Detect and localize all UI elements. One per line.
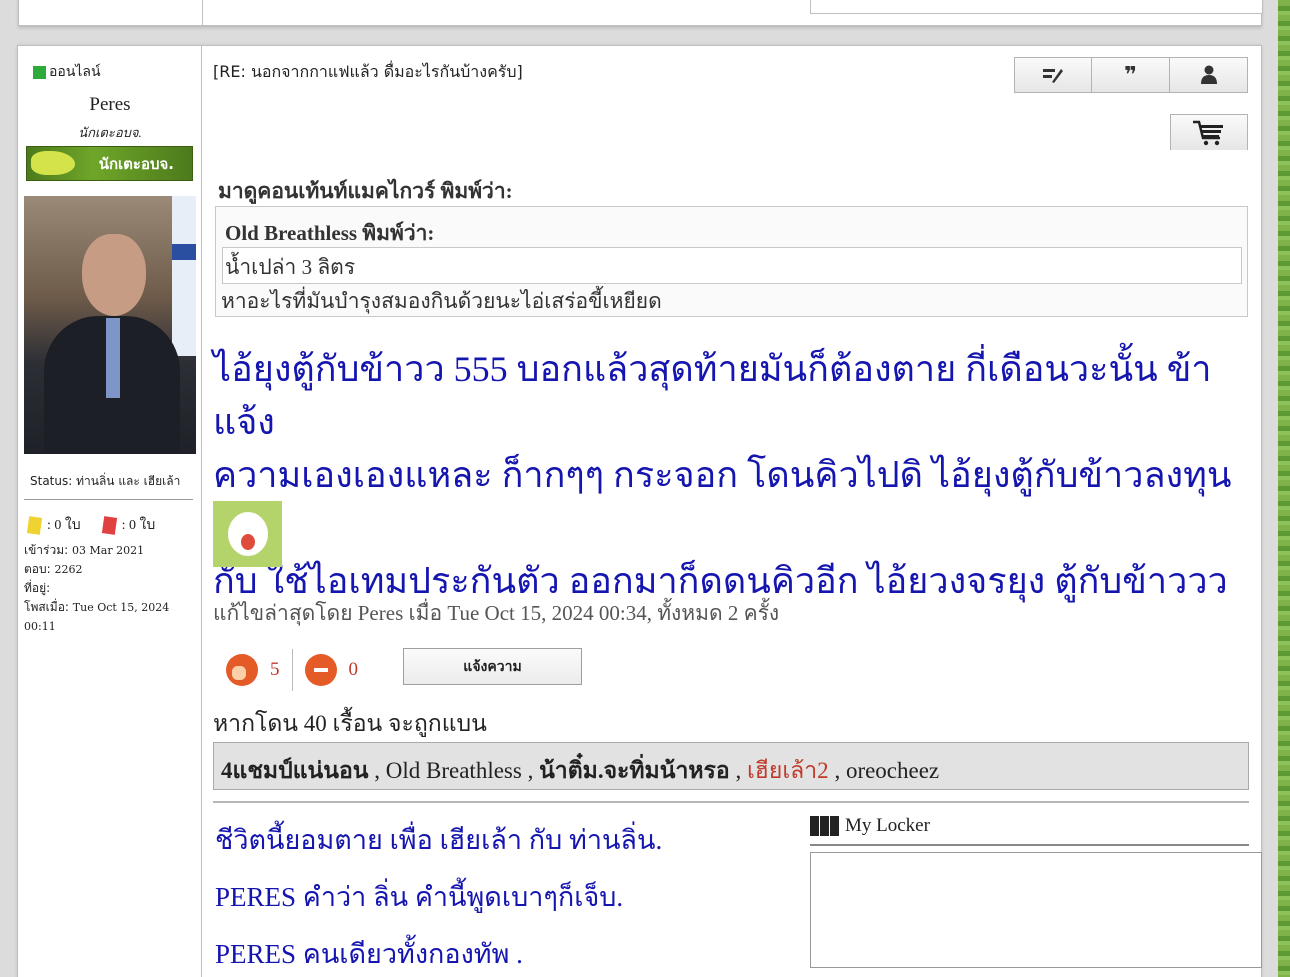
yellow-card-count: : 0 ใบ xyxy=(47,518,81,533)
author-profile: ออนไลน์ Peres นักเตะอบจ. นักเตะอบจ. Stat… xyxy=(18,46,202,977)
column-divider xyxy=(202,0,203,25)
quote-text: หาอะไรที่มันบำรุงสมองกินด้วยนะไอ่เสร่อขี… xyxy=(221,289,662,313)
likers-list: 4แชมป์แน่นอน , Old Breathless , น้าติ๋ม.… xyxy=(213,742,1249,790)
liker-name[interactable]: Old Breathless xyxy=(386,758,522,783)
online-status: ออนไลน์ xyxy=(33,61,101,83)
laughing-emoji-image xyxy=(213,501,282,567)
quote-icon: ❞ xyxy=(1124,62,1137,88)
edit-icon xyxy=(1043,69,1063,83)
page-background-strip xyxy=(1278,0,1290,977)
red-card-count: : 0 ใบ xyxy=(121,518,156,533)
joined-value: 03 Mar 2021 xyxy=(72,544,145,557)
nested-quote-block: น้ำเปล่า 3 ลิตร xyxy=(222,247,1242,284)
post-body: ไอ้ยุงตู้กับข้าวว 555 บอกแล้วสุดท้ายมันก… xyxy=(213,343,1253,608)
quote-author: มาดูคอนเท้นท์แมคไกวร์ พิมพ์ว่า: xyxy=(218,179,513,203)
liker-name[interactable]: oreocheez xyxy=(846,758,939,783)
report-button[interactable]: แจ้งความ xyxy=(403,648,582,685)
locker-icon xyxy=(810,816,839,836)
ban-warning: หากโดน 40 เรื้อน จะถูกแบน xyxy=(213,711,487,736)
yellow-card-icon xyxy=(26,515,43,535)
previous-locker-box xyxy=(810,0,1263,14)
card-counts: : 0 ใบ : 0 ใบ xyxy=(26,514,156,536)
rank-badge-text: นักเตะอบจ. xyxy=(98,154,174,173)
post-body-line: ความเองเองแหละ ก็ากๆๆ กระจอก โดนคิวไปดิ … xyxy=(213,455,1232,548)
joined-label: เข้าร่วม: xyxy=(24,543,69,557)
liker-name[interactable]: น้าติ๋ม.จะทิ่มน้าหรอ xyxy=(539,758,730,783)
edited-note: แก้ไขล่าสุดโดย Peres เมื่อ Tue Oct 15, 2… xyxy=(213,601,780,625)
cart-button[interactable] xyxy=(1170,114,1248,150)
replies-label: ตอบ: xyxy=(24,562,51,576)
user-icon xyxy=(1200,65,1217,84)
post-content: [RE: นอกจากกาแฟแล้ว ดื่มอะไรกันบ้างครับ]… xyxy=(213,46,1262,977)
red-card-icon xyxy=(101,515,117,535)
forum-post: ออนไลน์ Peres นักเตะอบจ. นักเตะอบจ. Stat… xyxy=(17,45,1262,977)
author-status: Status: ท่านลิ่น และ เฮียเล้า xyxy=(30,474,181,488)
signature-line: PERES คนเดียวทั้งกองทัพ . xyxy=(215,939,523,969)
author-title: นักเตะอบจ. xyxy=(78,125,142,140)
rank-logo-icon xyxy=(31,151,75,175)
reaction-divider xyxy=(291,649,293,691)
previous-post-bottom xyxy=(18,0,1263,26)
location-label: ที่อยู่: xyxy=(24,581,51,595)
online-label: ออนไลน์ xyxy=(49,64,101,80)
replies-value: 2262 xyxy=(54,563,83,576)
signature-line: PERES คำว่า ลิ่น คำนี้พูดเบาๆก็เจ็บ. xyxy=(215,882,624,912)
locker-title: My Locker xyxy=(845,815,930,836)
dislike-reaction-icon[interactable] xyxy=(304,654,337,686)
rank-badge: นักเตะอบจ. xyxy=(26,146,193,181)
nested-quote-author: Old Breathless พิมพ์ว่า: xyxy=(225,221,435,245)
author-stats: เข้าร่วม: 03 Mar 2021 ตอบ: 2262 ที่อยู่:… xyxy=(24,541,201,636)
edit-button[interactable] xyxy=(1014,57,1092,93)
posted-label: โพสเมื่อ: xyxy=(24,600,69,614)
signature-line: ชีวิตนี้ยอมตาย เพื่อ เฮียเล้า กับ ท่านลิ… xyxy=(215,825,663,855)
signature-divider xyxy=(213,801,1249,803)
author-username[interactable]: Peres xyxy=(18,94,202,116)
avatar[interactable] xyxy=(24,196,196,454)
post-subject[interactable]: [RE: นอกจากกาแฟแล้ว ดื่มอะไรกันบ้างครับ] xyxy=(213,60,523,85)
online-dot-icon xyxy=(33,65,46,79)
cart-icon xyxy=(1193,120,1223,145)
locker-header: My Locker xyxy=(810,815,930,837)
liker-name[interactable]: 4แชมป์แน่นอน xyxy=(221,758,369,783)
profile-button[interactable] xyxy=(1170,57,1248,93)
locker-divider xyxy=(810,844,1249,846)
liker-name[interactable]: เฮียเล้า2 xyxy=(747,758,829,783)
dislike-count: 0 xyxy=(348,659,359,680)
like-count: 5 xyxy=(270,659,280,680)
post-actions: ❞ xyxy=(1014,57,1248,93)
locker-box xyxy=(810,852,1262,968)
quote-button[interactable]: ❞ xyxy=(1092,57,1170,93)
like-reaction-icon[interactable] xyxy=(226,654,258,686)
post-body-line: ไอ้ยุงตู้กับข้าวว 555 บอกแล้วสุดท้ายมันก… xyxy=(213,349,1212,442)
quote-block: Old Breathless พิมพ์ว่า: น้ำเปล่า 3 ลิตร… xyxy=(215,206,1248,317)
profile-divider xyxy=(24,499,193,500)
reaction-bar: 5 0 xyxy=(226,649,358,691)
